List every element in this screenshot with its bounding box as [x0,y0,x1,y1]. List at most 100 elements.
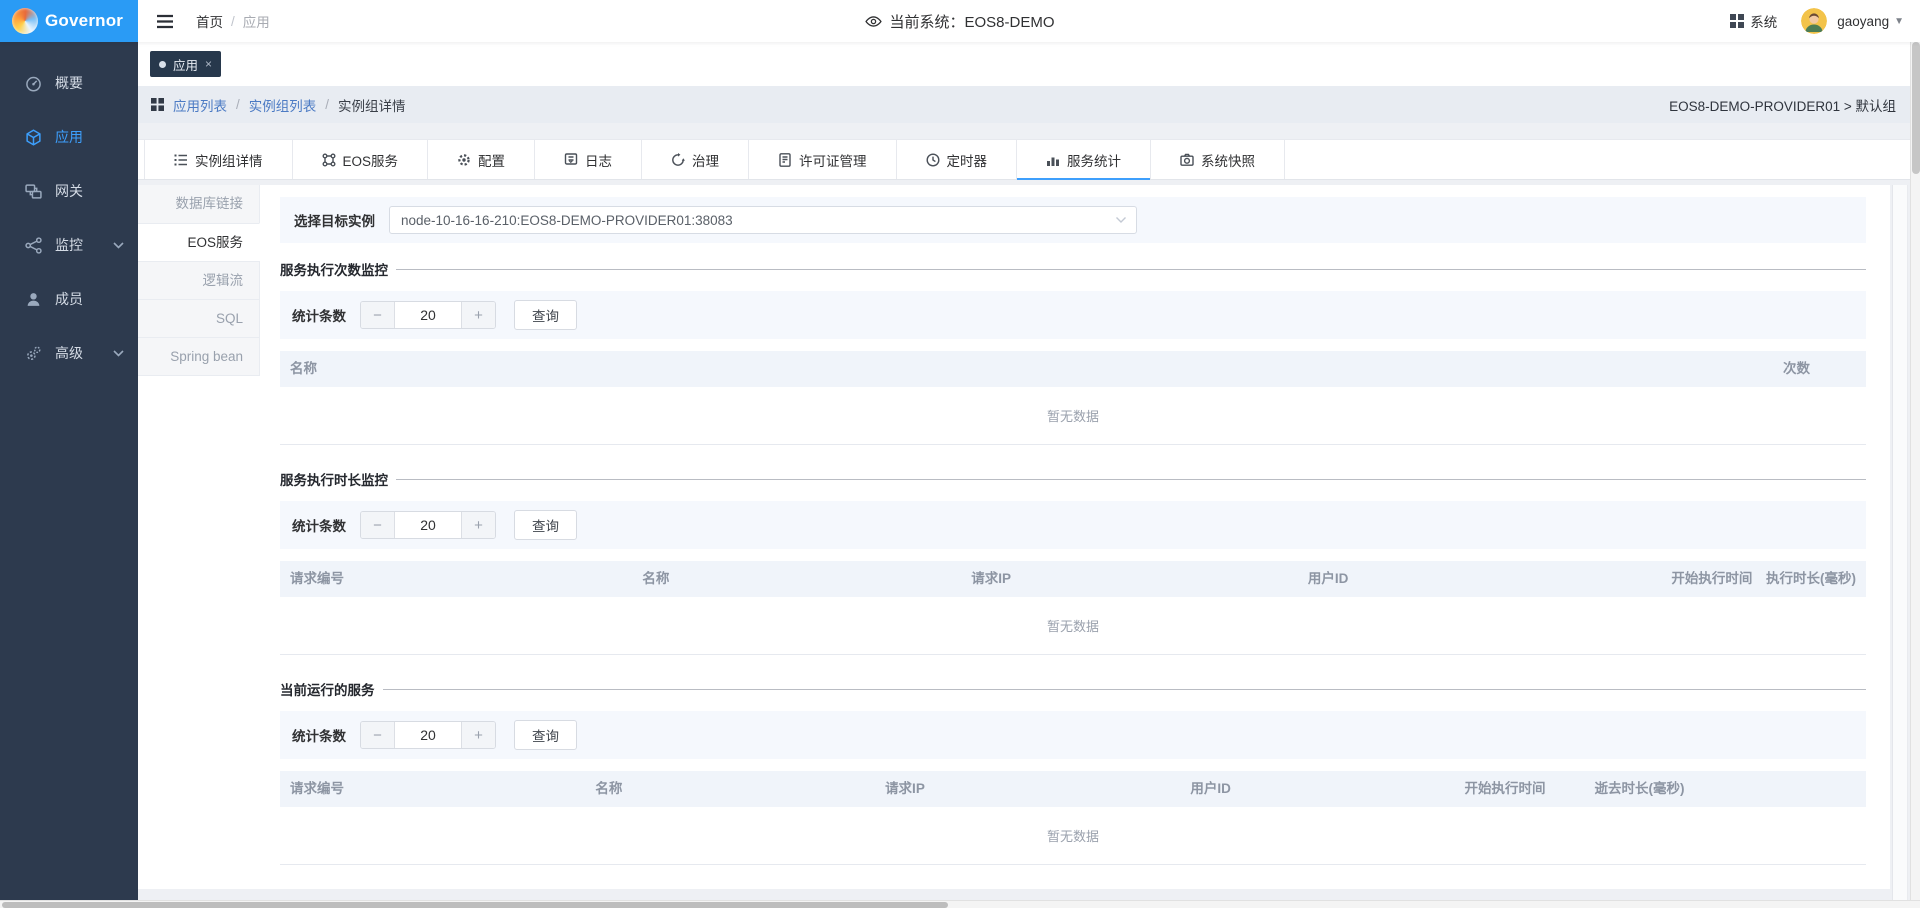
window-vertical-scrollbar[interactable] [1910,42,1920,900]
sidebar-item-label: 概要 [55,73,83,93]
tab-system-snapshot[interactable]: 系统快照 [1151,140,1285,179]
tab-logs[interactable]: 日志 [535,140,642,179]
tag-dot-icon [159,61,166,68]
column-header: 请求编号 [290,779,595,799]
tag-application[interactable]: 应用 × [150,51,221,77]
sidebar-item-label: 应用 [55,127,83,147]
stepper-minus-button[interactable]: − [361,722,395,748]
count-input[interactable] [395,302,461,328]
user-menu[interactable]: gaoyang ▼ [1837,14,1904,29]
submenu-item-db-connection[interactable]: 数据库链接 [138,185,260,224]
grid-icon [151,98,164,111]
running-services-table-header: 请求编号 名称 请求IP 用户ID 开始执行时间 逝去时长(毫秒) [280,771,1866,807]
section-divider [396,479,1866,480]
statistics-submenu: 数据库链接 EOS服务 逻辑流 SQL Spring bean [138,185,260,889]
dashboard-icon [25,75,42,92]
sidebar-item-label: 网关 [55,181,83,201]
exec-count-table-header: 名称 次数 [280,351,1866,387]
horizontal-scrollbar-thumb[interactable] [2,902,948,908]
audit-icon [778,153,792,167]
exec-count-query-panel: 统计条数 − + 查询 [280,291,1866,339]
camera-icon [1180,153,1194,167]
tab-timer[interactable]: 定时器 [897,140,1018,179]
column-header: 请求IP [971,569,1308,589]
exec-duration-empty-state: 暂无数据 [280,597,1866,655]
tab-label: 配置 [478,150,505,170]
submenu-item-logic-flow[interactable]: 逻辑流 [138,261,260,300]
submenu-item-sql[interactable]: SQL [138,299,260,338]
current-system-banner: 当前系统：EOS8-DEMO [0,0,1920,42]
column-header: 请求编号 [290,569,642,589]
tab-license-management[interactable]: 许可证管理 [749,140,897,179]
query-button[interactable]: 查询 [514,720,577,750]
tab-label: 服务统计 [1067,150,1121,170]
app-logo[interactable]: Governor [0,0,138,42]
tab-instance-group-detail[interactable]: 实例组详情 [144,140,293,179]
column-header: 名称 [290,359,1696,379]
submenu-item-eos-service[interactable]: EOS服务 [138,223,260,262]
stepper-minus-button[interactable]: − [361,302,395,328]
sidebar-item-members[interactable]: 成员 [0,272,138,326]
tab-governance[interactable]: 治理 [642,140,749,179]
sidebar-item-monitor[interactable]: 监控 [0,218,138,272]
sidebar-item-application[interactable]: 应用 [0,110,138,164]
column-header: 开始执行时间 [1652,569,1752,589]
appstore-icon [1730,14,1744,28]
target-instance-row: 选择目标实例 node-10-16-16-210:EOS8-DEMO-PROVI… [280,197,1866,243]
avatar[interactable] [1801,8,1827,34]
column-header: 开始执行时间 [1464,779,1594,799]
breadcrumb-home[interactable]: 首页 [196,11,223,31]
top-header: Governor 首页 / 应用 当前系统：EOS8-DEMO 系统 [0,0,1920,42]
breadcrumb-instance-group-list[interactable]: 实例组列表 [249,95,317,115]
breadcrumb-app-list[interactable]: 应用列表 [173,95,227,115]
tab-config[interactable]: 配置 [428,140,535,179]
exec-count-empty-state: 暂无数据 [280,387,1866,445]
count-stepper: − + [360,301,496,329]
api-icon [322,153,336,167]
sidebar-item-label: 监控 [55,235,83,255]
tab-eos-service[interactable]: EOS服务 [293,140,429,179]
sidebar-item-overview[interactable]: 概要 [0,56,138,110]
column-header: 名称 [642,569,971,589]
stepper-plus-button[interactable]: + [461,722,495,748]
gear-icon [457,153,471,167]
section-title: 服务执行次数监控 [280,259,388,279]
hamburger-menu-icon[interactable] [156,14,174,29]
tag-label: 应用 [173,55,198,74]
window-horizontal-scrollbar[interactable] [0,900,1920,908]
query-button[interactable]: 查询 [514,510,577,540]
section-title: 服务执行时长监控 [280,469,388,489]
log-file-icon [564,153,578,167]
system-menu-label: 系统 [1750,11,1777,31]
gears-icon [25,345,42,362]
count-input[interactable] [395,722,461,748]
vertical-scrollbar-thumb[interactable] [1912,42,1920,174]
content-wrap: 数据库链接 EOS服务 逻辑流 SQL Spring bean 选择目标实例 n… [138,185,1910,889]
page-breadcrumb-bar: 应用列表 / 实例组列表 / 实例组详情 EOS8-DEMO-PROVIDER0… [138,86,1910,123]
instance-group-context: EOS8-DEMO-PROVIDER01 > 默认组 [1669,95,1896,115]
breadcrumb-separator: / [236,97,240,112]
column-header: 名称 [595,779,885,799]
stepper-plus-button[interactable]: + [461,302,495,328]
submenu-item-spring-bean[interactable]: Spring bean [138,337,260,376]
stepper-minus-button[interactable]: − [361,512,395,538]
clock-icon [926,153,940,167]
header-right: 系统 gaoyang ▼ [1730,8,1920,34]
service-statistics-card: 数据库链接 EOS服务 逻辑流 SQL Spring bean 选择目标实例 n… [138,185,1890,889]
system-menu-button[interactable]: 系统 [1730,11,1777,31]
sidebar-item-advanced[interactable]: 高级 [0,326,138,380]
target-instance-select[interactable]: node-10-16-16-210:EOS8-DEMO-PROVIDER01:3… [389,206,1137,234]
stepper-plus-button[interactable]: + [461,512,495,538]
tag-close-icon[interactable]: × [205,57,212,71]
sidebar-item-gateway[interactable]: 网关 [0,164,138,218]
tab-label: 实例组详情 [195,150,263,170]
tab-service-statistics[interactable]: 服务统计 [1017,140,1151,179]
gateway-icon [25,183,42,200]
share-nodes-icon [25,237,42,254]
top-breadcrumb: 首页 / 应用 [196,11,270,31]
content-scrollbar-track[interactable] [1892,185,1908,900]
chevron-down-icon [113,350,124,357]
count-input[interactable] [395,512,461,538]
exec-duration-table-header: 请求编号 名称 请求IP 用户ID 开始执行时间 执行时长(毫秒) [280,561,1866,597]
query-button[interactable]: 查询 [514,300,577,330]
